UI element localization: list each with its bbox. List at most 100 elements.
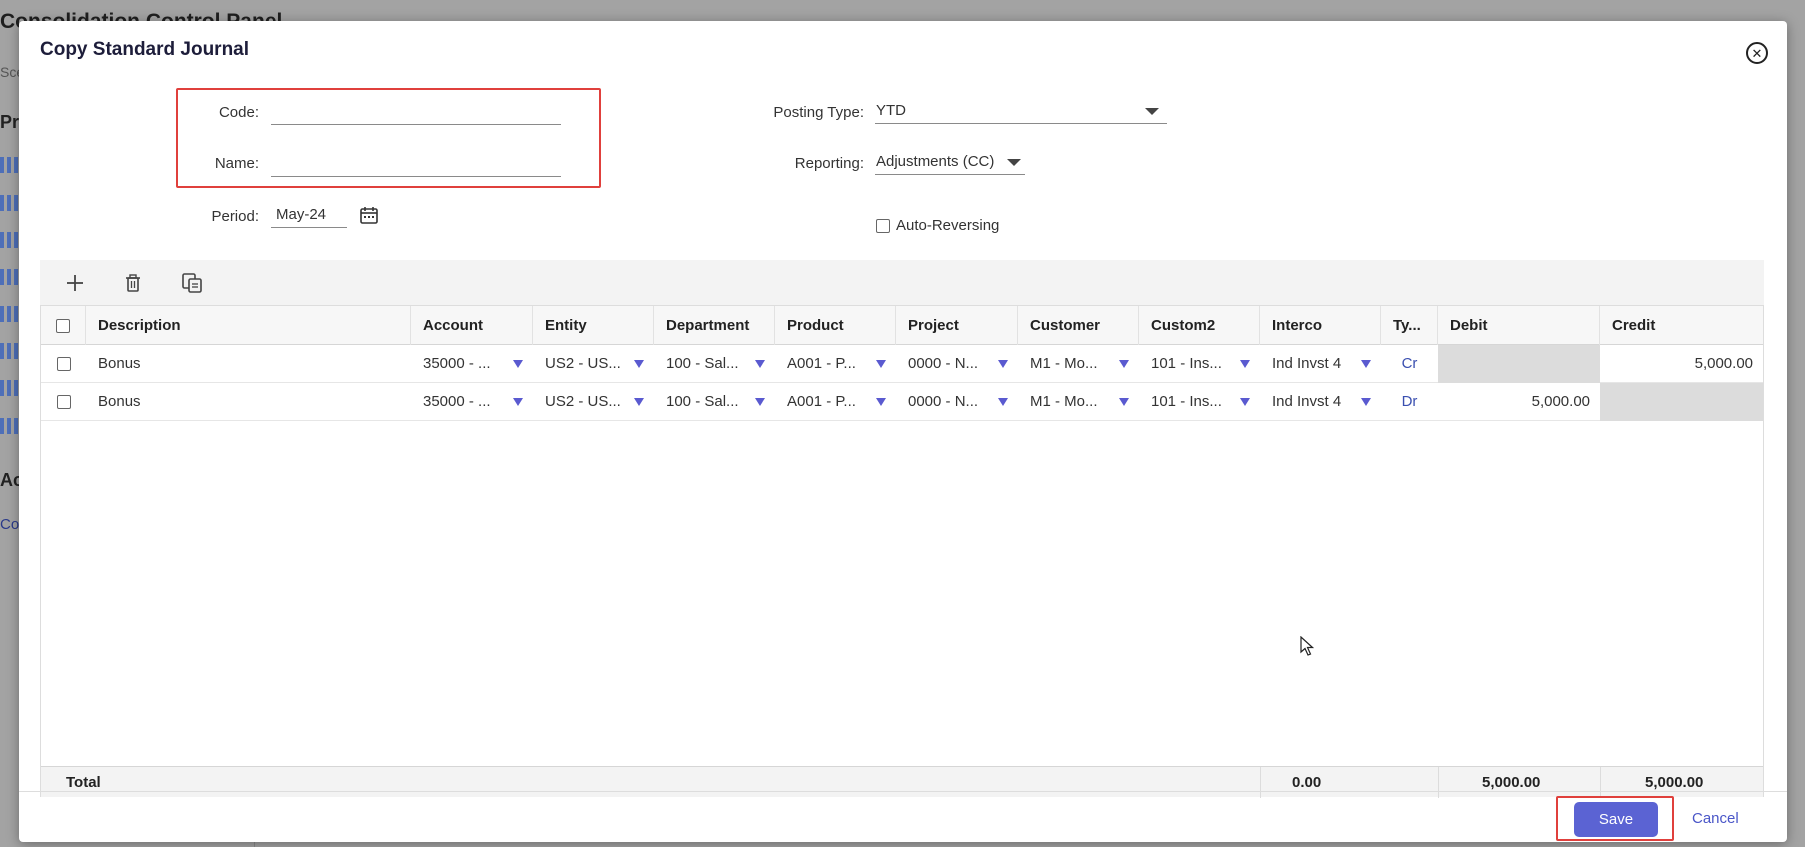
department-cell[interactable]: 100 - Sal... bbox=[654, 345, 775, 383]
posting-type-value: YTD bbox=[876, 102, 906, 119]
column-header-entity[interactable]: Entity bbox=[533, 306, 654, 345]
dropdown-arrow-icon[interactable] bbox=[634, 398, 644, 406]
column-header-project[interactable]: Project bbox=[896, 306, 1018, 345]
debit-cell[interactable]: 5,000.00 bbox=[1438, 383, 1600, 421]
row-select-cell bbox=[41, 383, 86, 421]
row-checkbox[interactable] bbox=[56, 395, 71, 409]
interco-cell[interactable]: Ind Invst 4 bbox=[1260, 345, 1381, 383]
row-select-cell bbox=[41, 345, 86, 383]
type-cell[interactable]: Cr bbox=[1381, 345, 1438, 383]
auto-reversing-label: Auto-Reversing bbox=[896, 217, 1000, 234]
column-header-description[interactable]: Description bbox=[86, 306, 411, 345]
background-link: Co bbox=[0, 516, 20, 533]
department-cell[interactable]: 100 - Sal... bbox=[654, 383, 775, 421]
column-header-custom2[interactable]: Custom2 bbox=[1139, 306, 1260, 345]
product-cell[interactable]: A001 - P... bbox=[775, 383, 896, 421]
credit-cell bbox=[1600, 383, 1763, 421]
custom2-cell[interactable]: 101 - Ins... bbox=[1139, 345, 1260, 383]
department-value: 100 - Sal... bbox=[666, 355, 739, 372]
description-cell[interactable]: Bonus bbox=[86, 345, 411, 383]
dropdown-arrow-icon[interactable] bbox=[1240, 360, 1250, 368]
dropdown-arrow-icon[interactable] bbox=[1240, 398, 1250, 406]
department-value: 100 - Sal... bbox=[666, 393, 739, 410]
mouse-cursor-icon bbox=[1300, 636, 1314, 656]
dropdown-arrow-icon[interactable] bbox=[634, 360, 644, 368]
interco-cell[interactable]: Ind Invst 4 bbox=[1260, 383, 1381, 421]
reporting-select[interactable]: Adjustments (CC) bbox=[875, 149, 1025, 175]
account-cell[interactable]: 35000 - ... bbox=[411, 383, 533, 421]
auto-reversing-option: Auto-Reversing bbox=[876, 217, 999, 234]
customer-value: M1 - Mo... bbox=[1030, 393, 1098, 410]
column-header-interco[interactable]: Interco bbox=[1260, 306, 1381, 345]
dropdown-arrow-icon[interactable] bbox=[1361, 360, 1371, 368]
column-header-product[interactable]: Product bbox=[775, 306, 896, 345]
column-header-credit[interactable]: Credit bbox=[1600, 306, 1763, 345]
period-label: Period: bbox=[211, 208, 259, 225]
copy-icon bbox=[182, 273, 202, 293]
column-header-type[interactable]: Ty... bbox=[1381, 306, 1438, 345]
column-header-customer[interactable]: Customer bbox=[1018, 306, 1139, 345]
dropdown-arrow-icon[interactable] bbox=[1361, 398, 1371, 406]
entity-cell[interactable]: US2 - US... bbox=[533, 345, 654, 383]
dropdown-arrow-icon[interactable] bbox=[998, 398, 1008, 406]
grid-header: Description Account Entity Department Pr… bbox=[41, 306, 1763, 345]
entity-cell[interactable]: US2 - US... bbox=[533, 383, 654, 421]
dialog-title: Copy Standard Journal bbox=[40, 39, 250, 60]
background-progress-bar bbox=[0, 195, 20, 211]
code-input[interactable] bbox=[271, 99, 561, 125]
project-cell[interactable]: 0000 - N... bbox=[896, 345, 1018, 383]
dropdown-arrow-icon[interactable] bbox=[513, 398, 523, 406]
background-section-heading: Pr bbox=[0, 112, 20, 132]
dropdown-arrow-icon[interactable] bbox=[755, 360, 765, 368]
dropdown-arrow-icon[interactable] bbox=[1119, 360, 1129, 368]
code-label: Code: bbox=[218, 104, 259, 121]
cancel-button[interactable]: Cancel bbox=[1692, 810, 1739, 827]
dropdown-arrow-icon[interactable] bbox=[876, 398, 886, 406]
credit-cell[interactable]: 5,000.00 bbox=[1600, 345, 1763, 383]
column-header-account[interactable]: Account bbox=[411, 306, 533, 345]
grid-total-row: Total 0.00 5,000.00 5,000.00 bbox=[41, 766, 1763, 798]
customer-cell[interactable]: M1 - Mo... bbox=[1018, 345, 1139, 383]
column-header-department[interactable]: Department bbox=[654, 306, 775, 345]
row-checkbox[interactable] bbox=[56, 357, 71, 371]
total-debit: 5,000.00 bbox=[1482, 774, 1541, 791]
journal-lines-grid: Description Account Entity Department Pr… bbox=[40, 305, 1764, 798]
table-row: Bonus 35000 - ... US2 - US... 100 - Sal.… bbox=[41, 345, 1763, 383]
dropdown-arrow-icon[interactable] bbox=[513, 360, 523, 368]
copy-row-button[interactable] bbox=[179, 270, 205, 296]
select-all-checkbox[interactable] bbox=[56, 318, 70, 333]
account-value: 35000 - ... bbox=[423, 355, 491, 372]
dropdown-arrow-icon[interactable] bbox=[876, 360, 886, 368]
dropdown-arrow-icon[interactable] bbox=[998, 360, 1008, 368]
posting-type-select[interactable]: YTD bbox=[875, 98, 1167, 124]
product-value: A001 - P... bbox=[787, 355, 856, 372]
save-button[interactable]: Save bbox=[1574, 802, 1658, 837]
project-value: 0000 - N... bbox=[908, 393, 979, 410]
background-progress-bar bbox=[0, 343, 20, 359]
description-cell[interactable]: Bonus bbox=[86, 383, 411, 421]
dropdown-arrow-icon[interactable] bbox=[1119, 398, 1129, 406]
add-row-button[interactable] bbox=[62, 270, 88, 296]
customer-cell[interactable]: M1 - Mo... bbox=[1018, 383, 1139, 421]
delete-row-button[interactable] bbox=[120, 270, 146, 296]
name-input[interactable] bbox=[271, 151, 561, 177]
project-cell[interactable]: 0000 - N... bbox=[896, 383, 1018, 421]
dropdown-arrow-icon[interactable] bbox=[755, 398, 765, 406]
debit-cell bbox=[1438, 345, 1600, 383]
product-cell[interactable]: A001 - P... bbox=[775, 345, 896, 383]
auto-reversing-checkbox[interactable] bbox=[876, 218, 890, 233]
calendar-icon[interactable] bbox=[359, 205, 379, 225]
account-cell[interactable]: 35000 - ... bbox=[411, 345, 533, 383]
custom2-cell[interactable]: 101 - Ins... bbox=[1139, 383, 1260, 421]
grid-toolbar bbox=[40, 260, 1764, 305]
posting-type-label: Posting Type: bbox=[773, 104, 864, 121]
name-label: Name: bbox=[214, 155, 259, 172]
column-header-debit[interactable]: Debit bbox=[1438, 306, 1600, 345]
period-input[interactable]: May-24 bbox=[271, 202, 347, 228]
close-icon[interactable]: ✕ bbox=[1746, 42, 1768, 64]
background-progress-bar bbox=[0, 269, 20, 285]
background-progress-bar bbox=[0, 157, 20, 173]
background-progress-bar bbox=[0, 306, 20, 322]
total-label: Total bbox=[66, 774, 101, 791]
type-cell[interactable]: Dr bbox=[1381, 383, 1438, 421]
